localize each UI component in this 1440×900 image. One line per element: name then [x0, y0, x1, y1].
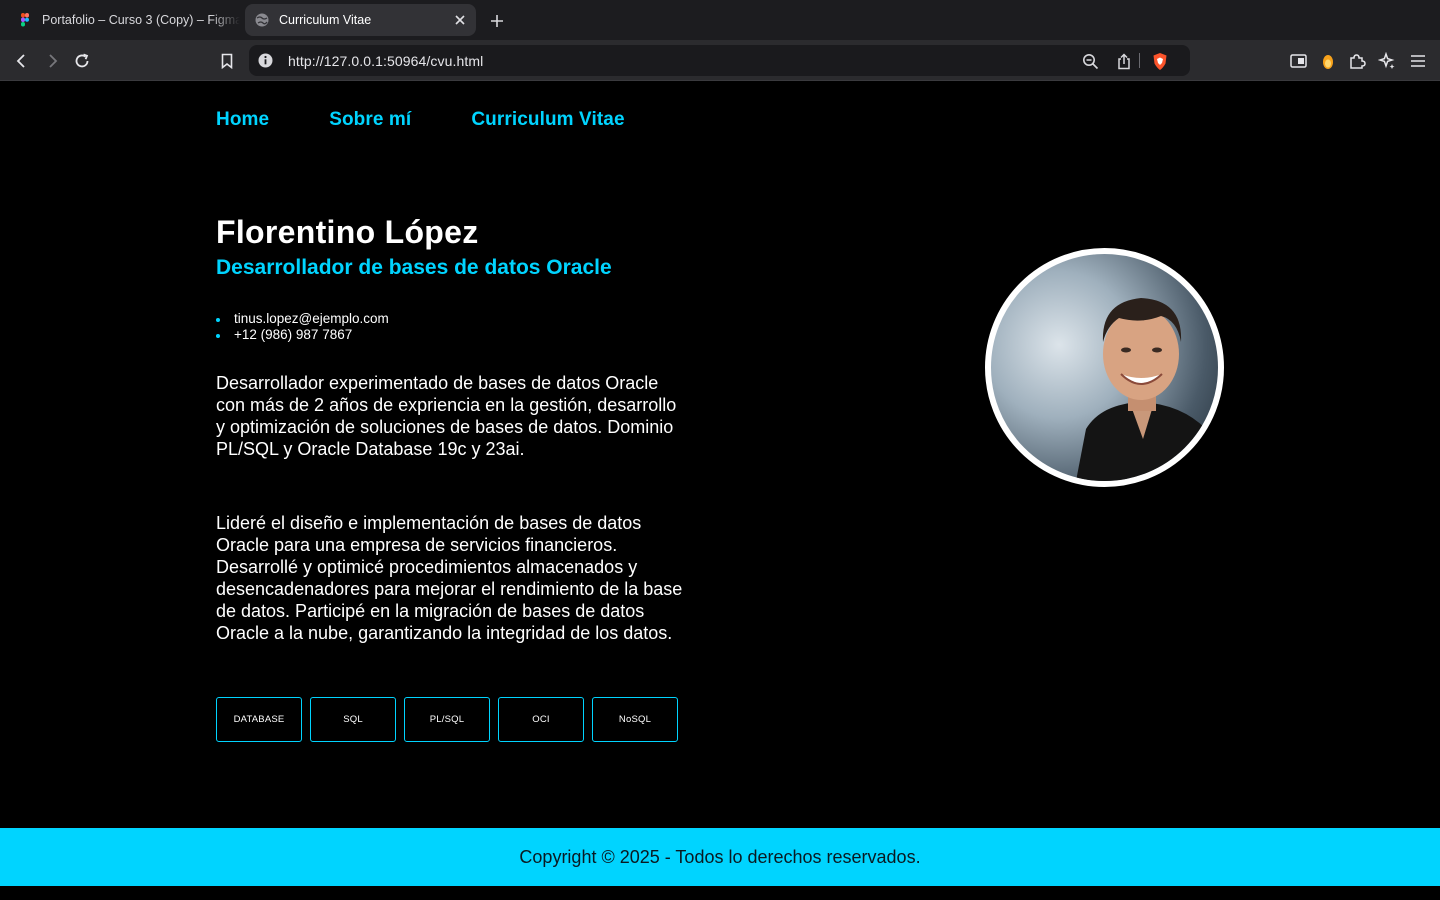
contact-list: tinus.lopez@ejemplo.com +12 (986) 987 78…: [216, 311, 389, 343]
forward-icon[interactable]: [39, 48, 65, 74]
tab-title: Curriculum Vitae: [279, 13, 372, 27]
tab-curriculum-vitae[interactable]: Curriculum Vitae: [245, 4, 476, 36]
site-info-icon[interactable]: [257, 52, 274, 69]
tab-strip: Portafolio – Curso 3 (Copy) – Figma Curr…: [0, 0, 1440, 40]
footer: Copyright © 2025 - Todos lo derechos res…: [0, 828, 1440, 886]
nav-link-home[interactable]: Home: [216, 109, 269, 131]
contact-phone: +12 (986) 987 7867: [216, 327, 389, 343]
main-nav: Home Sobre mí Curriculum Vitae: [216, 109, 685, 131]
address-bar[interactable]: http://127.0.0.1:50964/cvu.html: [249, 45, 1190, 76]
tab-figma[interactable]: Portafolio – Curso 3 (Copy) – Figma: [8, 4, 240, 36]
new-tab-icon[interactable]: [486, 10, 508, 32]
skill-badge: PL/SQL: [404, 697, 490, 742]
browser-toolbar: http://127.0.0.1:50964/cvu.html: [0, 40, 1440, 81]
share-icon[interactable]: [1113, 50, 1135, 72]
skill-badge: OCI: [498, 697, 584, 742]
divider: [1139, 53, 1140, 68]
bookmark-icon[interactable]: [214, 48, 240, 74]
nav-link-sobre-mi[interactable]: Sobre mí: [329, 109, 411, 131]
copyright-text: Copyright © 2025 - Todos lo derechos res…: [519, 846, 921, 867]
job-title: Desarrollador de bases de datos Oracle: [216, 256, 612, 279]
skill-badge: NoSQL: [592, 697, 678, 742]
rewards-icon[interactable]: [1315, 48, 1341, 74]
experience-paragraph: Lideré el diseño e implementación de bas…: [216, 513, 683, 643]
figma-icon: [21, 13, 29, 27]
profile-photo: [985, 248, 1224, 487]
menu-icon[interactable]: [1405, 48, 1431, 74]
back-icon[interactable]: [9, 48, 35, 74]
skills-list: DATABASE SQL PL/SQL OCI NoSQL: [216, 697, 686, 742]
skill-badge: SQL: [310, 697, 396, 742]
brave-shields-icon[interactable]: [1149, 50, 1171, 72]
summary-paragraph: Desarrollador experimentado de bases de …: [216, 373, 677, 459]
skill-badge: DATABASE: [216, 697, 302, 742]
zoom-icon[interactable]: [1079, 50, 1101, 72]
sidebar-toggle-icon[interactable]: [1285, 48, 1311, 74]
page-content: Home Sobre mí Curriculum Vitae Florentin…: [0, 81, 1440, 900]
reload-icon[interactable]: [69, 48, 95, 74]
nav-link-curriculum-vitae[interactable]: Curriculum Vitae: [471, 109, 624, 131]
extensions-icon[interactable]: [1344, 48, 1370, 74]
leo-ai-icon[interactable]: [1374, 48, 1400, 74]
url-text: http://127.0.0.1:50964/cvu.html: [288, 53, 484, 69]
person-portrait-icon: [1076, 298, 1218, 481]
close-tab-icon[interactable]: [450, 10, 470, 30]
person-name: Florentino López: [216, 214, 479, 250]
globe-icon: [255, 13, 269, 27]
contact-email: tinus.lopez@ejemplo.com: [216, 311, 389, 327]
tab-title: Portafolio – Curso 3 (Copy) – Figma: [42, 13, 240, 27]
